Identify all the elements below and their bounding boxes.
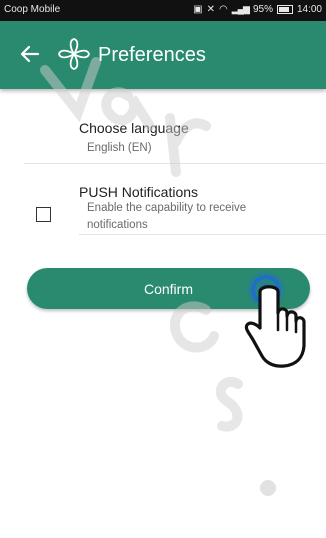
hand-pointer-icon	[244, 271, 306, 368]
wifi-icon: ◠	[218, 4, 228, 15]
clock: 14:00	[296, 4, 322, 15]
arrow-left-icon[interactable]	[17, 41, 43, 67]
divider	[24, 163, 326, 164]
push-description-line2: notifications	[87, 219, 148, 231]
status-bar: Coop Mobile ▣ ✕ ◠ ▂▄▆ 95% 14:00	[0, 0, 326, 21]
language-value: English (EN)	[87, 142, 152, 154]
push-title: PUSH Notifications	[79, 184, 199, 200]
nfc-icon: ▣	[193, 4, 203, 15]
language-setting[interactable]: Choose language English (EN)	[79, 120, 189, 157]
language-title: Choose language	[79, 120, 189, 136]
push-notifications-setting: PUSH Notifications Enable the capability…	[79, 184, 246, 234]
battery-icon	[276, 5, 293, 14]
divider	[79, 234, 326, 235]
push-notifications-checkbox[interactable]	[36, 207, 51, 222]
status-icons: ▣ ✕ ◠ ▂▄▆ 95% 14:00	[193, 4, 322, 15]
signal-icon: ▂▄▆	[231, 4, 250, 14]
push-description-line1: Enable the capability to receive	[87, 202, 247, 214]
page-title: Preferences	[98, 44, 206, 66]
mute-icon: ✕	[206, 4, 215, 15]
flower-logo-icon	[58, 38, 90, 70]
battery-percent: 95%	[252, 4, 273, 15]
app-bar: Preferences	[0, 21, 326, 89]
carrier-name: Coop Mobile	[4, 4, 61, 15]
